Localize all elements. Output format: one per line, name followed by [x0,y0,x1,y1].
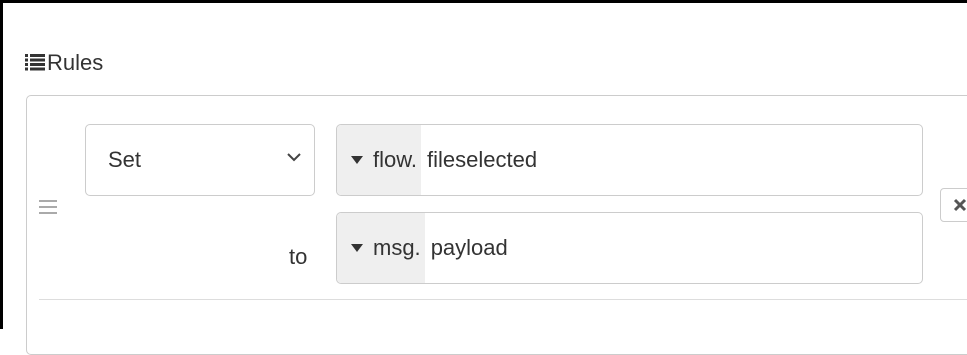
rule-action-select[interactable]: Set [85,124,315,196]
target-type-selector[interactable]: flow. [337,125,422,195]
target-value[interactable]: fileselected [421,125,537,195]
close-icon [953,198,967,212]
caret-down-icon [351,244,363,252]
section-title: Rules [47,50,104,75]
target-property-input[interactable]: flow. fileselected [336,124,923,196]
source-type-label: msg. [373,235,421,260]
drag-handle-icon[interactable] [39,199,57,215]
target-type-label: flow. [373,147,418,172]
rule-divider [39,299,967,300]
chevron-down-icon [287,153,301,162]
rules-section-header: Rules [25,49,103,77]
rules-editor-frame: Rules Set to flow. fileselected msg. pay… [0,0,967,355]
to-label: to [289,244,308,269]
delete-rule-button[interactable] [940,188,967,222]
source-type-selector[interactable]: msg. [337,213,425,283]
rule-action-value: Set [108,147,142,172]
list-icon [25,54,45,71]
source-value[interactable]: payload [425,213,508,283]
source-property-input[interactable]: msg. payload [336,212,923,284]
caret-down-icon [351,156,363,164]
rules-list: Set to flow. fileselected msg. payload [26,95,967,355]
